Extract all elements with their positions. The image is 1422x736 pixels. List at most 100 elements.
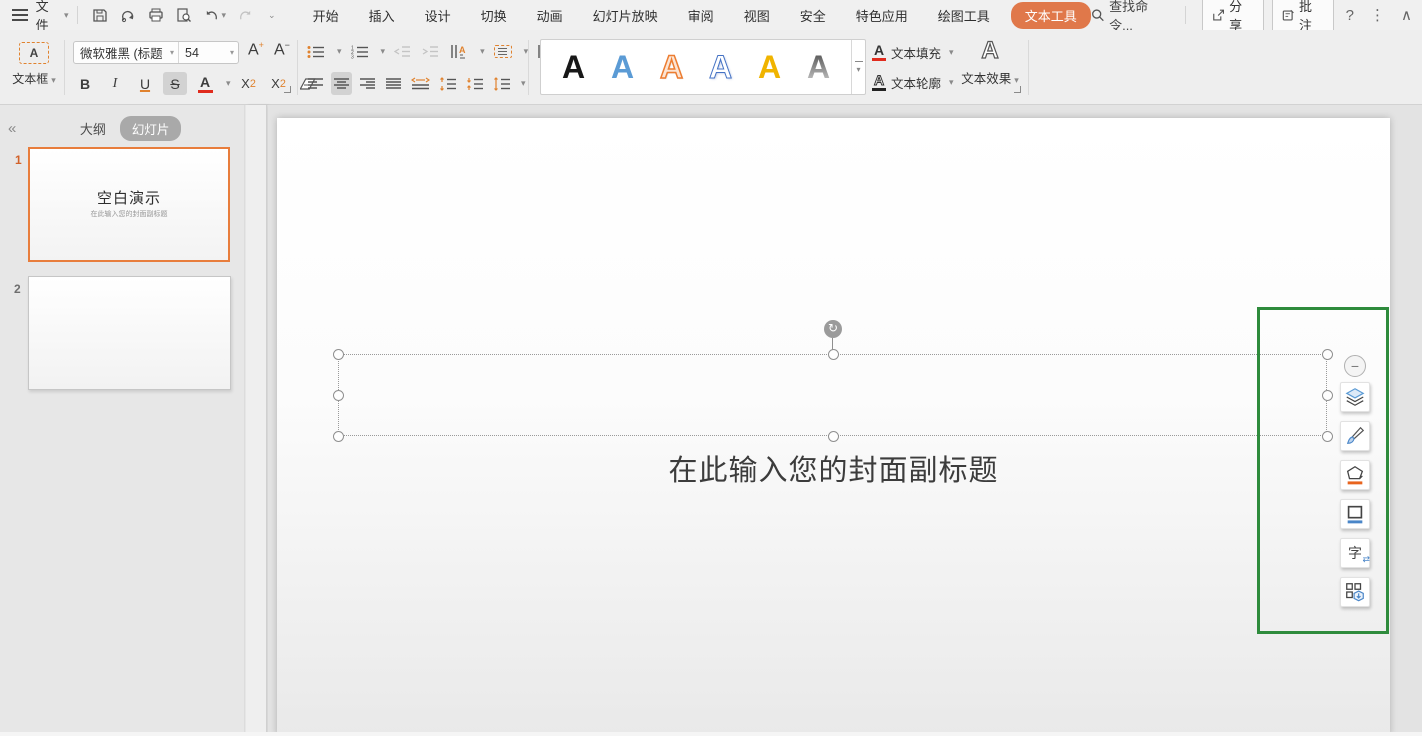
placeholder-format-button[interactable] bbox=[492, 40, 514, 63]
selection-handle-bottom-center[interactable] bbox=[828, 431, 839, 442]
text-effects-button[interactable]: A 文本效果▾ bbox=[958, 38, 1022, 87]
customize-qat-chevron-icon[interactable]: ⌄ bbox=[268, 10, 276, 21]
smart-layout-tool-button[interactable] bbox=[1340, 577, 1370, 607]
align-right-button[interactable] bbox=[357, 72, 378, 95]
style-white-blue-outline[interactable]: A bbox=[709, 51, 732, 83]
text-outline-chevron-icon[interactable]: ▾ bbox=[949, 77, 954, 88]
increase-indent-button[interactable] bbox=[420, 40, 441, 63]
text-fill-button[interactable]: A 文本填充 ▾ bbox=[872, 40, 954, 64]
tab-transition[interactable]: 切换 bbox=[470, 2, 518, 29]
style-black-fill[interactable]: A bbox=[562, 51, 585, 83]
main-menu-icon[interactable] bbox=[12, 9, 28, 21]
line-spacing-chevron-icon[interactable]: ▾ bbox=[521, 78, 526, 89]
numbered-list-chevron-icon[interactable]: ▾ bbox=[381, 46, 386, 57]
text-fill-chevron-icon[interactable]: ▾ bbox=[949, 47, 954, 58]
decrease-font-button[interactable]: A− bbox=[274, 40, 290, 59]
effects-dialog-launcher[interactable] bbox=[1014, 86, 1021, 93]
export-pdf-icon[interactable] bbox=[120, 7, 136, 23]
numbered-list-button[interactable]: 123 bbox=[349, 40, 371, 63]
text-outline-button[interactable]: A 文本轮廓 ▾ bbox=[872, 70, 954, 94]
bullet-list-button[interactable] bbox=[305, 40, 327, 63]
text-settings-tool-button[interactable]: 字⇄ bbox=[1340, 538, 1370, 568]
textbox-chevron-icon[interactable]: ▾ bbox=[51, 75, 56, 85]
bold-button[interactable]: B bbox=[73, 72, 97, 95]
tab-view[interactable]: 视图 bbox=[733, 2, 781, 29]
align-center-button[interactable] bbox=[331, 72, 352, 95]
font-name-select[interactable]: 微软雅黑 (标题 bbox=[74, 43, 166, 62]
decrease-indent-button[interactable] bbox=[392, 40, 413, 63]
rotation-handle-icon[interactable]: ↻ bbox=[824, 320, 842, 338]
text-effects-chevron-icon[interactable]: ▾ bbox=[1014, 75, 1019, 85]
print-preview-icon[interactable] bbox=[176, 7, 192, 23]
help-icon[interactable]: ? bbox=[1342, 7, 1358, 24]
superscript-button[interactable]: X2 bbox=[237, 72, 261, 95]
justify-button[interactable] bbox=[383, 72, 404, 95]
redo-icon[interactable] bbox=[238, 8, 253, 23]
tab-insert[interactable]: 插入 bbox=[358, 2, 406, 29]
tab-slideshow[interactable]: 幻灯片放映 bbox=[582, 2, 669, 29]
palette-collapse-icon[interactable]: − bbox=[1344, 355, 1366, 377]
title-placeholder-selection[interactable] bbox=[338, 354, 1327, 436]
gallery-chevron-icon: ▾ bbox=[856, 65, 860, 74]
shape-fill-icon bbox=[1344, 464, 1366, 486]
style-orange-outline[interactable]: A bbox=[660, 51, 683, 83]
tab-special-apps[interactable]: 特色应用 bbox=[845, 2, 919, 29]
text-direction-button[interactable]: A bbox=[448, 40, 470, 63]
distribute-button[interactable] bbox=[409, 72, 432, 95]
subtitle-placeholder-text[interactable]: 在此输入您的封面副标题 bbox=[277, 447, 1390, 489]
tab-review[interactable]: 审阅 bbox=[677, 2, 725, 29]
gallery-more-button[interactable]: ▾ bbox=[851, 40, 865, 94]
style-blue-fill[interactable]: A bbox=[611, 51, 634, 83]
thumbnail-scrollbar[interactable] bbox=[246, 105, 267, 736]
font-color-button[interactable]: A bbox=[193, 72, 217, 95]
tab-drawing-tools[interactable]: 绘图工具 bbox=[927, 2, 1001, 29]
save-icon[interactable] bbox=[92, 7, 108, 23]
tab-outline-view[interactable]: 大纲 bbox=[80, 119, 106, 138]
font-name-chevron-icon[interactable]: ▾ bbox=[166, 48, 178, 57]
tab-security[interactable]: 安全 bbox=[789, 2, 837, 29]
align-left-button[interactable] bbox=[305, 72, 326, 95]
underline-button[interactable]: U bbox=[133, 72, 157, 95]
tab-animation[interactable]: 动画 bbox=[526, 2, 574, 29]
format-brush-tool-button[interactable] bbox=[1340, 421, 1370, 451]
selection-handle-mid-left[interactable] bbox=[333, 390, 344, 401]
font-dialog-launcher[interactable] bbox=[284, 86, 291, 93]
increase-font-button[interactable]: A+ bbox=[248, 40, 264, 59]
font-size-input[interactable]: 54 bbox=[179, 46, 226, 60]
tab-home[interactable]: 开始 bbox=[302, 2, 350, 29]
insert-textbox-button[interactable]: A 文本框▾ bbox=[8, 42, 60, 87]
tab-design[interactable]: 设计 bbox=[414, 2, 462, 29]
collapse-panel-icon[interactable]: « bbox=[8, 120, 16, 137]
line-spacing-button[interactable] bbox=[491, 72, 513, 95]
text-direction-chevron-icon[interactable]: ▾ bbox=[480, 46, 485, 57]
italic-button[interactable]: I bbox=[103, 72, 127, 95]
slide-1-thumbnail[interactable]: 空白演示 在此输入您的封面副标题 bbox=[28, 147, 230, 262]
undo-chevron-icon[interactable]: ▾ bbox=[222, 10, 227, 21]
shape-fill-tool-button[interactable] bbox=[1340, 460, 1370, 490]
collapse-ribbon-icon[interactable]: ∧ bbox=[1397, 6, 1416, 24]
shape-outline-tool-button[interactable] bbox=[1340, 499, 1370, 529]
font-color-chevron-icon[interactable]: ▾ bbox=[226, 78, 231, 89]
selection-handle-top-left[interactable] bbox=[333, 349, 344, 360]
paragraph-row-1: ▾ 123 ▾ A ▾ ▾ AB ▾ bbox=[305, 40, 571, 63]
tab-slides-view-active[interactable]: 幻灯片 bbox=[120, 116, 182, 141]
strikethrough-button[interactable]: S bbox=[163, 72, 187, 95]
more-options-icon[interactable]: ⋮ bbox=[1366, 6, 1389, 24]
style-gold-fill[interactable]: A bbox=[758, 51, 781, 83]
font-size-chevron-icon[interactable]: ▾ bbox=[226, 48, 238, 57]
style-gray-gradient[interactable]: A bbox=[807, 51, 830, 83]
slide-2-thumbnail[interactable] bbox=[28, 276, 231, 390]
bullet-list-chevron-icon[interactable]: ▾ bbox=[337, 46, 342, 57]
undo-icon[interactable]: ▾ bbox=[204, 8, 227, 23]
slide-1-subtitle: 在此输入您的封面副标题 bbox=[30, 209, 228, 219]
file-menu[interactable]: 文件 bbox=[36, 0, 61, 34]
tab-text-tools-active[interactable]: 文本工具 bbox=[1011, 2, 1091, 29]
selection-handle-bottom-left[interactable] bbox=[333, 431, 344, 442]
print-icon[interactable] bbox=[148, 7, 164, 23]
find-command[interactable]: 查找命令... bbox=[1091, 0, 1169, 34]
paragraph-spacing-decrease-button[interactable] bbox=[464, 72, 486, 95]
paragraph-spacing-increase-button[interactable] bbox=[437, 72, 459, 95]
file-menu-chevron-icon[interactable]: ▾ bbox=[64, 10, 69, 21]
selection-handle-top-center[interactable] bbox=[828, 349, 839, 360]
layers-tool-button[interactable] bbox=[1340, 382, 1370, 412]
